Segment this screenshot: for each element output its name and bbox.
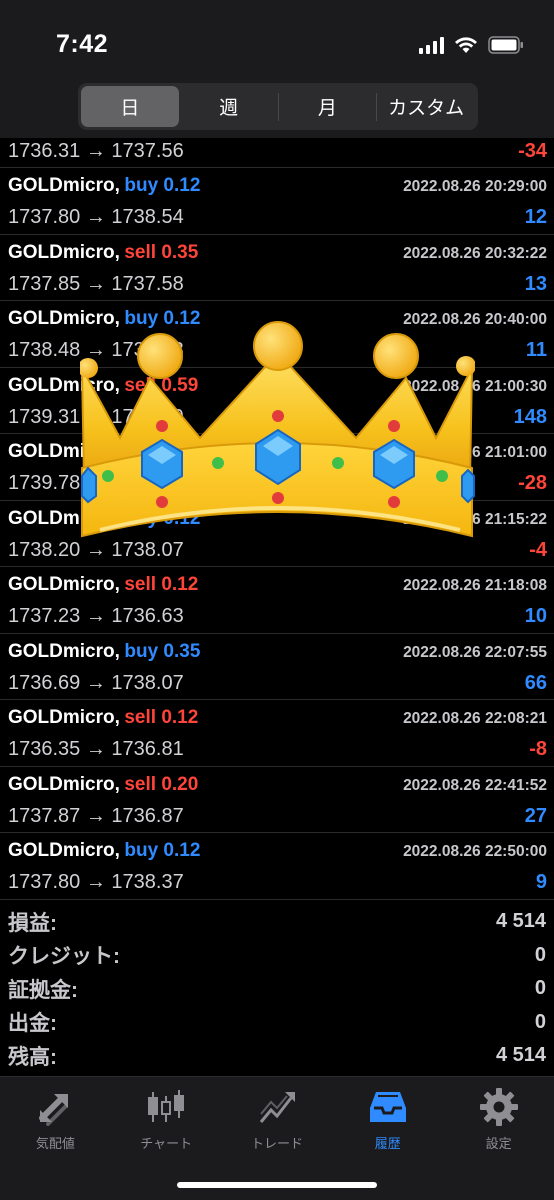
tab-settings[interactable]: 設定: [443, 1077, 554, 1157]
summary-row-profit: 損益: 4 514: [0, 905, 554, 939]
trade-row[interactable]: GOLDmicro, sell 0.20 2022.08.26 22:41:52 1…: [0, 767, 554, 833]
period-segmented-control: 日 週 月 カスタム: [78, 83, 478, 130]
trade-row[interactable]: GOLDmicro, buy 0.12 2022.08.26 20:29:00 17…: [0, 168, 554, 235]
crown-emoji-icon: [80, 321, 475, 538]
gear-icon: [479, 1087, 519, 1127]
trade-prices: 1737.80 → 1738.37: [8, 871, 184, 893]
trade-profit: -8: [529, 738, 547, 760]
summary-value: 4 514: [495, 910, 546, 933]
trade-prices: 1736.35 → 1736.81: [8, 738, 184, 760]
trade-symbol: GOLDmicro,: [8, 241, 120, 263]
trade-side-volume: sell 0.12: [124, 574, 199, 595]
status-time: 7:42: [56, 30, 109, 58]
trade-time: 2022.08.26 21:18:08: [403, 577, 547, 594]
trade-row-partial[interactable]: 1736.31 → 1737.56 -34: [0, 138, 554, 168]
trade-profit: 66: [524, 671, 547, 694]
trade-line-icon: [257, 1087, 297, 1127]
summary-value: 4 514: [495, 1044, 546, 1067]
summary-row-balance: 残高: 4 514: [0, 1039, 554, 1073]
trade-side-volume: sell 0.12: [124, 707, 199, 728]
trade-row[interactable]: GOLDmicro, buy 0.35 2022.08.26 22:07:55 17…: [0, 634, 554, 700]
trade-time: 2022.08.26 20:32:22: [403, 244, 547, 262]
trade-prices: 1737.87 → 1736.87: [8, 804, 184, 827]
tab-history[interactable]: 履歴: [332, 1077, 443, 1157]
trade-profit: 9: [535, 871, 547, 893]
trade-prices: 1737.23 → 1736.63: [8, 605, 184, 627]
tab-trade[interactable]: トレード: [222, 1077, 333, 1157]
summary-value: 0: [534, 1010, 546, 1033]
home-indicator: [177, 1182, 377, 1188]
trade-time: 2022.08.26 22:08:21: [403, 710, 547, 727]
trade-prices: 1736.31 → 1737.56: [8, 140, 184, 162]
trade-profit: 27: [524, 804, 547, 827]
trade-symbol: GOLDmicro,: [8, 707, 120, 728]
trade-row[interactable]: GOLDmicro, sell 0.12 2022.08.26 21:18:08 1…: [0, 567, 554, 634]
bottom-tab-bar: 気配値 チャート トレード 履歴 設定: [0, 1076, 554, 1200]
trade-side-volume: buy 0.12: [124, 175, 201, 196]
trade-side-volume: buy 0.12: [124, 840, 201, 861]
tab-quotes[interactable]: 気配値: [0, 1077, 111, 1157]
tab-label: 履歴: [374, 1136, 401, 1151]
tab-label: 設定: [485, 1136, 512, 1151]
tab-label: トレード: [250, 1136, 303, 1151]
trade-profit: 12: [524, 206, 547, 228]
summary-label: 損益:: [8, 911, 57, 935]
trade-profit: -34: [518, 140, 547, 162]
status-icons: [419, 34, 524, 56]
battery-icon: [488, 36, 524, 54]
trade-row[interactable]: GOLDmicro, buy 0.12 2022.08.26 22:50:00 17…: [0, 833, 554, 900]
trade-profit: 11: [525, 339, 547, 361]
trade-row[interactable]: GOLDmicro, sell 0.12 2022.08.26 22:08:21 1…: [0, 700, 554, 767]
trade-profit: -28: [518, 472, 547, 494]
summary-label: 出金:: [8, 1012, 57, 1036]
trade-profit: 10: [524, 605, 547, 627]
trade-prices: 1737.80 → 1738.54: [8, 206, 184, 228]
trade-profit: 148: [513, 405, 547, 428]
trade-row[interactable]: GOLDmicro, sell 0.35 2022.08.26 20:32:22 1…: [0, 235, 554, 301]
summary-value: 0: [534, 943, 546, 966]
segment-month[interactable]: 月: [279, 86, 377, 127]
trade-profit: 13: [524, 272, 547, 295]
segment-custom[interactable]: カスタム: [377, 86, 475, 127]
trade-symbol: GOLDmicro,: [8, 574, 120, 595]
trade-symbol: GOLDmicro,: [8, 840, 120, 861]
top-bar: 7:42 日 週 月 カスタム: [0, 0, 554, 138]
tab-label: チャート: [140, 1136, 193, 1151]
tab-label: 気配値: [35, 1136, 75, 1151]
summary-row-deposit: 証拠金: 0: [0, 972, 554, 1006]
wifi-icon: [454, 36, 478, 54]
trade-profit: -4: [529, 538, 547, 561]
candlestick-chart-icon: [146, 1087, 186, 1127]
account-summary: 損益: 4 514 クレジット: 0 証拠金: 0 出金: 0 残高: 4 51…: [0, 905, 554, 1073]
trade-prices: 1737.85 → 1737.58: [8, 272, 184, 295]
summary-row-withdrawal: 出金: 0: [0, 1006, 554, 1040]
trade-time: 2022.08.26 22:50:00: [403, 843, 547, 860]
trade-symbol: GOLDmicro,: [8, 175, 120, 196]
trade-prices: 1736.69 → 1738.07: [8, 671, 184, 694]
trade-symbol: GOLDmicro,: [8, 640, 120, 662]
trade-side-volume: sell 0.35: [124, 241, 199, 263]
trade-symbol: GOLDmicro,: [8, 773, 120, 795]
trade-time: 2022.08.26 22:07:55: [403, 643, 547, 661]
segment-day[interactable]: 日: [81, 86, 179, 127]
tab-chart[interactable]: チャート: [111, 1077, 222, 1157]
history-tray-icon: [368, 1087, 408, 1127]
trade-side-volume: sell 0.20: [124, 773, 199, 795]
trade-time: 2022.08.26 22:41:52: [403, 776, 547, 794]
summary-label: クレジット:: [8, 945, 120, 969]
summary-value: 0: [534, 977, 546, 1000]
trade-time: 2022.08.26 20:29:00: [403, 178, 547, 195]
summary-row-credit: クレジット: 0: [0, 939, 554, 973]
trade-side-volume: buy 0.35: [124, 640, 201, 662]
summary-label: 証拠金:: [8, 978, 78, 1002]
cellular-signal-icon: [419, 36, 444, 54]
segment-week[interactable]: 週: [180, 86, 278, 127]
quotes-arrows-icon: [35, 1087, 75, 1127]
summary-label: 残高:: [8, 1045, 57, 1069]
